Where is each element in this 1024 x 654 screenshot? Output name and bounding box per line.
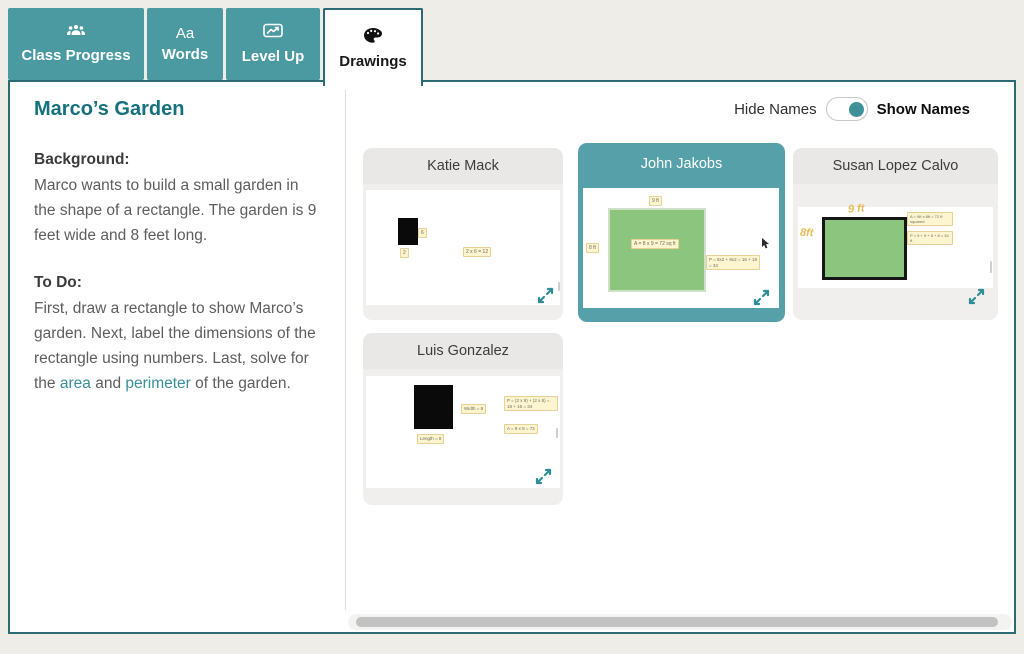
dimension-label: 8 ft xyxy=(586,243,599,253)
student-name: Luis Gonzalez xyxy=(363,333,563,369)
todo-text: First, draw a rectangle to show Marco’s … xyxy=(34,297,322,396)
app-window: Class Progress Aa Words Level Up xyxy=(0,0,1024,654)
perimeter-label: P = (2 x 9) + (2 x 8) = 18 + 16 = 34 xyxy=(504,396,558,411)
tab-label: Class Progress xyxy=(21,47,130,64)
perimeter-label: P = 9 + 9 + 8 + 8 = 34 ft xyxy=(907,231,953,245)
show-names-toggle[interactable] xyxy=(826,97,868,121)
tab-drawings[interactable]: Drawings xyxy=(323,8,423,86)
tab-bar: Class Progress Aa Words Level Up xyxy=(8,8,423,86)
handwritten-dimension: 9 ft xyxy=(848,202,865,215)
garden-rectangle xyxy=(822,217,907,280)
palette-icon xyxy=(363,27,383,49)
student-name: Katie Mack xyxy=(363,148,563,184)
horizontal-scrollbar-track[interactable] xyxy=(348,614,1012,630)
drawing-card-katie-mack[interactable]: Katie Mack 6 2 2 x 6 = 12 xyxy=(363,148,563,320)
hide-names-label: Hide Names xyxy=(734,101,817,118)
drawing-thumbnail: 9 ft 8 ft A = 8 x 9 = 72 sq ft P = 8x2 +… xyxy=(583,188,779,308)
thumb-scrollbar xyxy=(558,282,560,291)
background-heading: Background: xyxy=(34,151,322,169)
tab-label: Drawings xyxy=(339,53,407,70)
perimeter-link[interactable]: perimeter xyxy=(125,375,190,392)
dimension-label: 6 xyxy=(418,228,427,238)
line-chart-icon xyxy=(263,23,283,44)
area-link[interactable]: area xyxy=(60,375,91,392)
perimeter-label: P = 8x2 + 9x2 = 16 + 18 = 34 xyxy=(706,255,760,270)
drawing-thumbnail: Width = 9 Length = 8 P = (2 x 9) + (2 x … xyxy=(366,376,560,488)
tab-level-up[interactable]: Level Up xyxy=(226,8,320,80)
area-label: A = 9ft x 8ft = 72 ft squared xyxy=(907,212,953,226)
show-names-label: Show Names xyxy=(877,101,970,118)
garden-rectangle xyxy=(398,218,418,245)
main-panel: Marco’s Garden Background: Marco wants t… xyxy=(8,80,1016,634)
student-name: Susan Lopez Calvo xyxy=(793,148,998,184)
tab-label: Level Up xyxy=(242,48,305,65)
names-toggle-row: Hide Names Show Names xyxy=(734,97,970,121)
expand-icon[interactable] xyxy=(537,287,554,304)
page-title: Marco’s Garden xyxy=(34,98,322,121)
drawing-card-susan-lopez-calvo[interactable]: Susan Lopez Calvo 9 ft 8ft A = 9ft x 8ft… xyxy=(793,148,998,320)
garden-rectangle xyxy=(414,385,453,429)
tab-class-progress[interactable]: Class Progress xyxy=(8,8,144,80)
expand-icon[interactable] xyxy=(753,289,770,306)
horizontal-scrollbar-thumb[interactable] xyxy=(356,617,998,627)
area-label: A = 9 x 8 = 72 xyxy=(504,424,538,434)
tab-label: Words xyxy=(162,46,208,63)
thumb-scrollbar xyxy=(556,428,558,438)
dimension-label: Length = 8 xyxy=(417,434,444,444)
equation-label: 2 x 6 = 12 xyxy=(463,247,491,257)
dimension-label: 2 xyxy=(400,248,409,258)
mouse-cursor-icon xyxy=(761,237,770,255)
todo-heading: To Do: xyxy=(34,274,322,292)
dimension-label: 9 ft xyxy=(649,196,662,206)
background-text: Marco wants to build a small garden in t… xyxy=(34,174,322,248)
thumb-scrollbar xyxy=(990,261,992,273)
student-name: John Jakobs xyxy=(578,143,785,185)
handwritten-dimension: 8ft xyxy=(800,227,814,239)
todo-text-part: of the garden. xyxy=(191,375,291,392)
area-label: A = 8 x 9 = 72 sq ft xyxy=(631,239,679,249)
dimension-label: Width = 9 xyxy=(461,404,486,414)
expand-icon[interactable] xyxy=(968,288,985,305)
drawing-thumbnail: 9 ft 8ft A = 9ft x 8ft = 72 ft squared P… xyxy=(798,207,993,288)
todo-text-part: and xyxy=(91,375,125,392)
people-icon xyxy=(66,24,86,43)
aa-icon: Aa xyxy=(176,25,194,42)
drawing-card-luis-gonzalez[interactable]: Luis Gonzalez Width = 9 Length = 8 P = (… xyxy=(363,333,563,505)
garden-rectangle xyxy=(608,208,706,292)
drawing-card-john-jakobs[interactable]: John Jakobs 9 ft 8 ft A = 8 x 9 = 72 sq … xyxy=(578,143,785,322)
panel-divider xyxy=(345,90,346,610)
task-sidebar: Marco’s Garden Background: Marco wants t… xyxy=(10,82,346,423)
tab-words[interactable]: Aa Words xyxy=(147,8,223,80)
drawing-thumbnail: 6 2 2 x 6 = 12 xyxy=(366,190,560,305)
toggle-knob xyxy=(849,102,864,117)
expand-icon[interactable] xyxy=(535,468,552,485)
